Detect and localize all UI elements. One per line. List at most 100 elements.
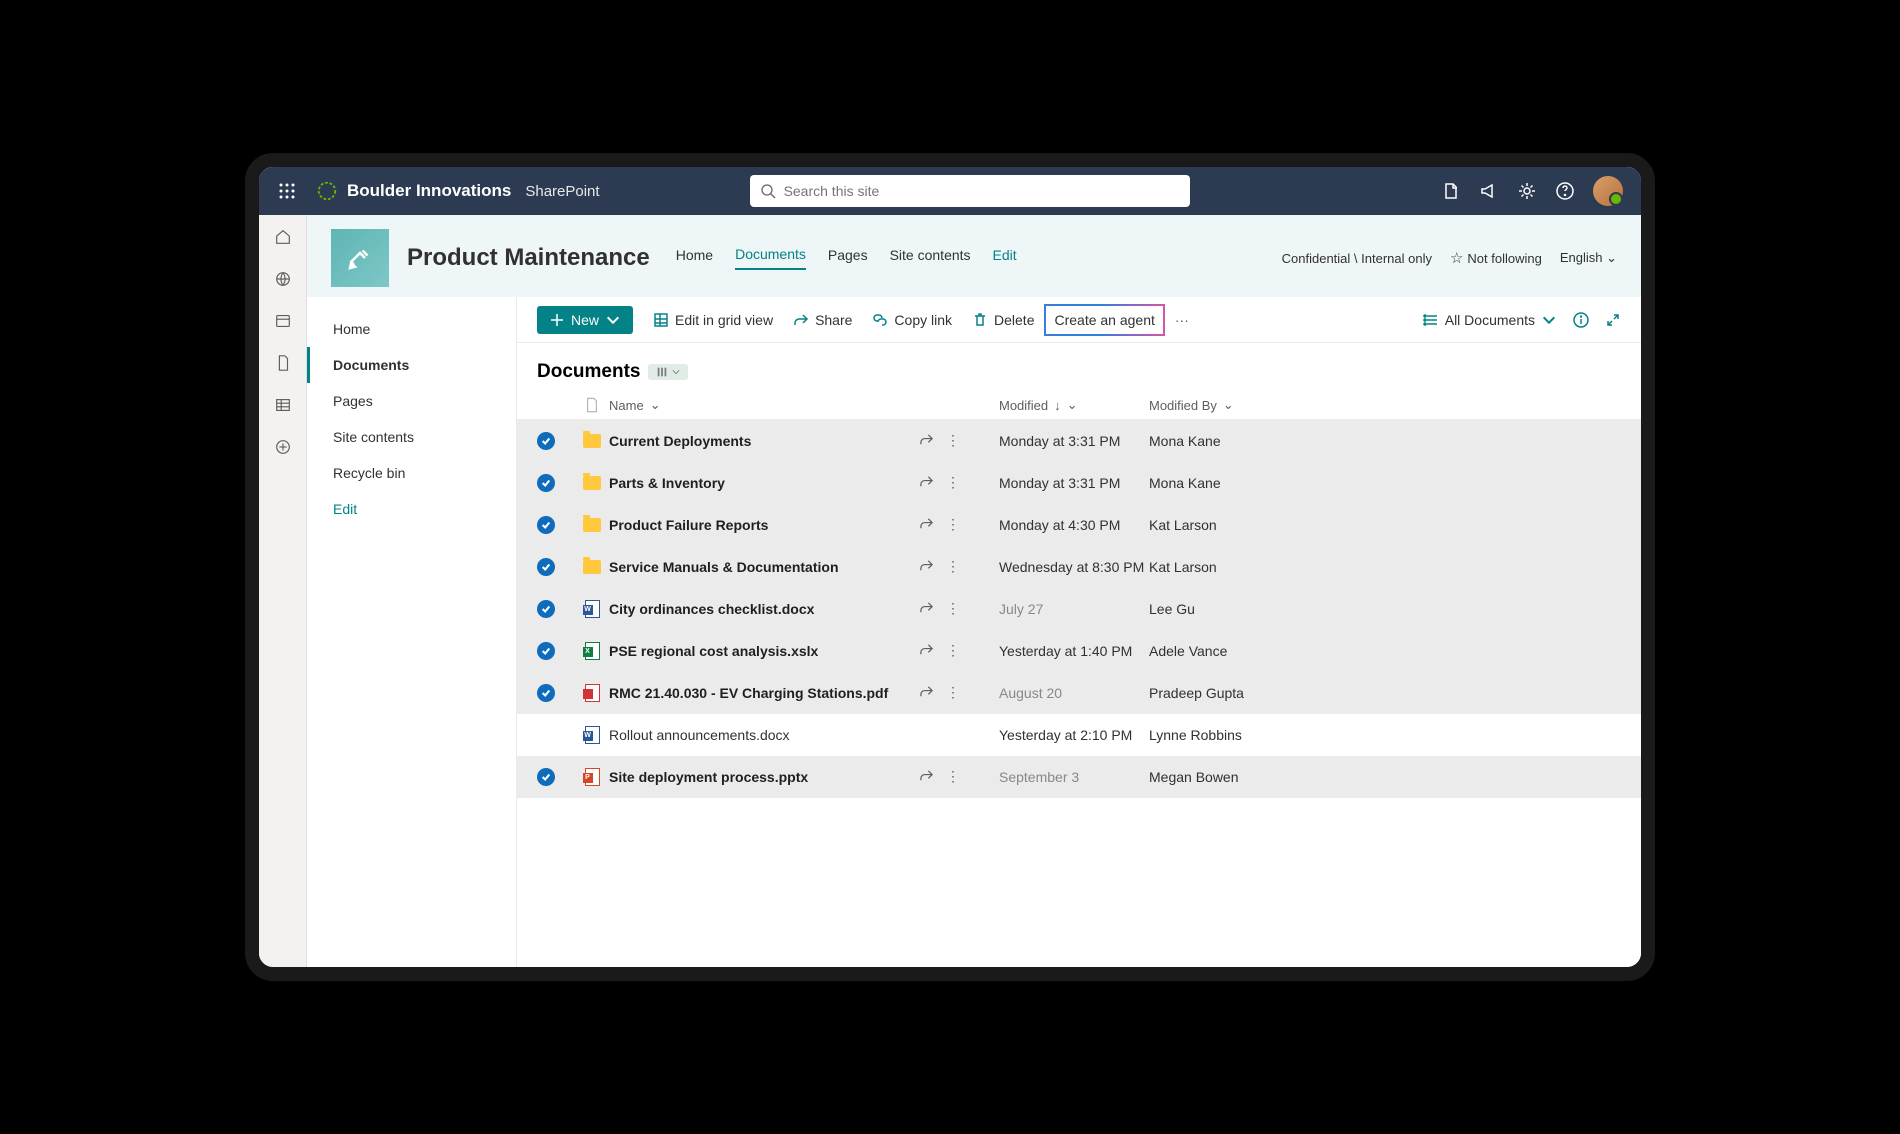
lists-rail-icon[interactable]	[271, 393, 295, 417]
pdf-file-icon	[585, 684, 600, 702]
share-row-icon[interactable]	[919, 432, 934, 450]
row-modified-by[interactable]: Pradeep Gupta	[1149, 685, 1329, 701]
row-name[interactable]: Product Failure Reports	[609, 517, 919, 533]
site-logo-icon[interactable]	[331, 229, 389, 287]
row-name[interactable]: Rollout announcements.docx	[609, 727, 919, 743]
overflow-button[interactable]: ···	[1175, 312, 1189, 328]
user-avatar[interactable]	[1593, 176, 1623, 206]
create-rail-icon[interactable]	[271, 435, 295, 459]
copy-link-button[interactable]: Copy link	[872, 312, 952, 328]
row-checkbox[interactable]	[537, 432, 555, 450]
table-row[interactable]: Service Manuals & Documentation⋮Wednesda…	[517, 546, 1641, 588]
row-checkbox[interactable]	[537, 474, 555, 492]
table-row[interactable]: RMC 21.40.030 - EV Charging Stations.pdf…	[517, 672, 1641, 714]
info-button[interactable]	[1573, 312, 1589, 328]
more-row-icon[interactable]: ⋮	[946, 600, 960, 618]
megaphone-icon[interactable]	[1479, 181, 1499, 201]
site-title[interactable]: Product Maintenance	[407, 244, 650, 272]
row-modified-by[interactable]: Lee Gu	[1149, 601, 1329, 617]
row-name[interactable]: Service Manuals & Documentation	[609, 559, 919, 575]
ql-edit[interactable]: Edit	[307, 491, 516, 527]
more-row-icon[interactable]: ⋮	[946, 642, 960, 660]
table-row[interactable]: Current Deployments⋮Monday at 3:31 PMMon…	[517, 420, 1641, 462]
nav-home[interactable]: Home	[676, 247, 713, 269]
share-row-icon[interactable]	[919, 558, 934, 576]
ql-pages[interactable]: Pages	[307, 383, 516, 419]
table-row[interactable]: PSE regional cost analysis.xslx⋮Yesterda…	[517, 630, 1641, 672]
copilot-icon[interactable]	[1441, 181, 1461, 201]
table-row[interactable]: Rollout announcements.docxYesterday at 2…	[517, 714, 1641, 756]
table-row[interactable]: Parts & Inventory⋮Monday at 3:31 PMMona …	[517, 462, 1641, 504]
create-agent-button[interactable]: Create an agent	[1054, 312, 1154, 328]
row-modified-by[interactable]: Adele Vance	[1149, 643, 1329, 659]
share-row-icon[interactable]	[919, 600, 934, 618]
app-name[interactable]: SharePoint	[525, 183, 599, 200]
row-checkbox[interactable]	[537, 558, 555, 576]
delete-button[interactable]: Delete	[972, 312, 1034, 328]
col-modified-header[interactable]: Modified ↓ ⌄	[999, 397, 1149, 413]
row-checkbox[interactable]	[537, 768, 555, 786]
row-checkbox[interactable]	[537, 516, 555, 534]
share-row-icon[interactable]	[919, 768, 934, 786]
row-checkbox[interactable]	[537, 684, 555, 702]
search-input[interactable]	[784, 183, 1180, 199]
table-row[interactable]: City ordinances checklist.docx⋮July 27Le…	[517, 588, 1641, 630]
row-checkbox[interactable]	[537, 600, 555, 618]
search-box[interactable]	[750, 175, 1190, 207]
news-rail-icon[interactable]	[271, 309, 295, 333]
nav-documents[interactable]: Documents	[735, 246, 806, 270]
row-name[interactable]: RMC 21.40.030 - EV Charging Stations.pdf	[609, 685, 919, 701]
ql-recycle[interactable]: Recycle bin	[307, 455, 516, 491]
files-rail-icon[interactable]	[271, 351, 295, 375]
language-selector[interactable]: English	[1560, 250, 1617, 266]
follow-button[interactable]: Not following	[1450, 249, 1542, 267]
row-name[interactable]: Current Deployments	[609, 433, 919, 449]
more-row-icon[interactable]: ⋮	[946, 768, 960, 786]
more-row-icon[interactable]: ⋮	[946, 474, 960, 492]
col-modified-by-header[interactable]: Modified By ⌄	[1149, 397, 1329, 413]
table-row[interactable]: Site deployment process.pptx⋮September 3…	[517, 756, 1641, 798]
row-modified-by[interactable]: Mona Kane	[1149, 433, 1329, 449]
share-row-icon[interactable]	[919, 642, 934, 660]
share-button[interactable]: Share	[793, 312, 852, 328]
more-row-icon[interactable]: ⋮	[946, 432, 960, 450]
col-name-header[interactable]: Name ⌄	[609, 397, 919, 413]
expand-button[interactable]	[1605, 312, 1621, 328]
view-selector[interactable]: All Documents	[1423, 312, 1557, 328]
row-modified-by[interactable]: Mona Kane	[1149, 475, 1329, 491]
ql-home[interactable]: Home	[307, 311, 516, 347]
row-name[interactable]: City ordinances checklist.docx	[609, 601, 919, 617]
share-row-icon[interactable]	[919, 474, 934, 492]
edit-grid-button[interactable]: Edit in grid view	[653, 312, 773, 328]
row-modified-by[interactable]: Kat Larson	[1149, 517, 1329, 533]
settings-icon[interactable]	[1517, 181, 1537, 201]
table-row[interactable]: Product Failure Reports⋮Monday at 4:30 P…	[517, 504, 1641, 546]
more-row-icon[interactable]: ⋮	[946, 516, 960, 534]
app-launcher-icon[interactable]	[267, 171, 307, 211]
ql-documents[interactable]: Documents	[307, 347, 516, 383]
share-row-icon[interactable]	[919, 684, 934, 702]
org-name[interactable]: Boulder Innovations	[347, 181, 511, 201]
more-row-icon[interactable]: ⋮	[946, 558, 960, 576]
ql-contents[interactable]: Site contents	[307, 419, 516, 455]
row-modified-by[interactable]: Megan Bowen	[1149, 769, 1329, 785]
row-modified-by[interactable]: Lynne Robbins	[1149, 727, 1329, 743]
nav-edit[interactable]: Edit	[993, 247, 1017, 269]
row-checkbox[interactable]	[537, 726, 555, 744]
col-type-icon[interactable]	[575, 397, 609, 413]
row-modified-by[interactable]: Kat Larson	[1149, 559, 1329, 575]
row-name[interactable]: Parts & Inventory	[609, 475, 919, 491]
globe-rail-icon[interactable]	[271, 267, 295, 291]
nav-pages[interactable]: Pages	[828, 247, 868, 269]
help-icon[interactable]	[1555, 181, 1575, 201]
more-row-icon[interactable]: ⋮	[946, 684, 960, 702]
row-name[interactable]: Site deployment process.pptx	[609, 769, 919, 785]
row-name[interactable]: PSE regional cost analysis.xslx	[609, 643, 919, 659]
new-button[interactable]: New	[537, 306, 633, 334]
home-rail-icon[interactable]	[271, 225, 295, 249]
nav-contents[interactable]: Site contents	[890, 247, 971, 269]
share-row-icon[interactable]	[919, 516, 934, 534]
library-view-badge[interactable]	[648, 364, 688, 380]
folder-icon	[583, 560, 601, 574]
row-checkbox[interactable]	[537, 642, 555, 660]
